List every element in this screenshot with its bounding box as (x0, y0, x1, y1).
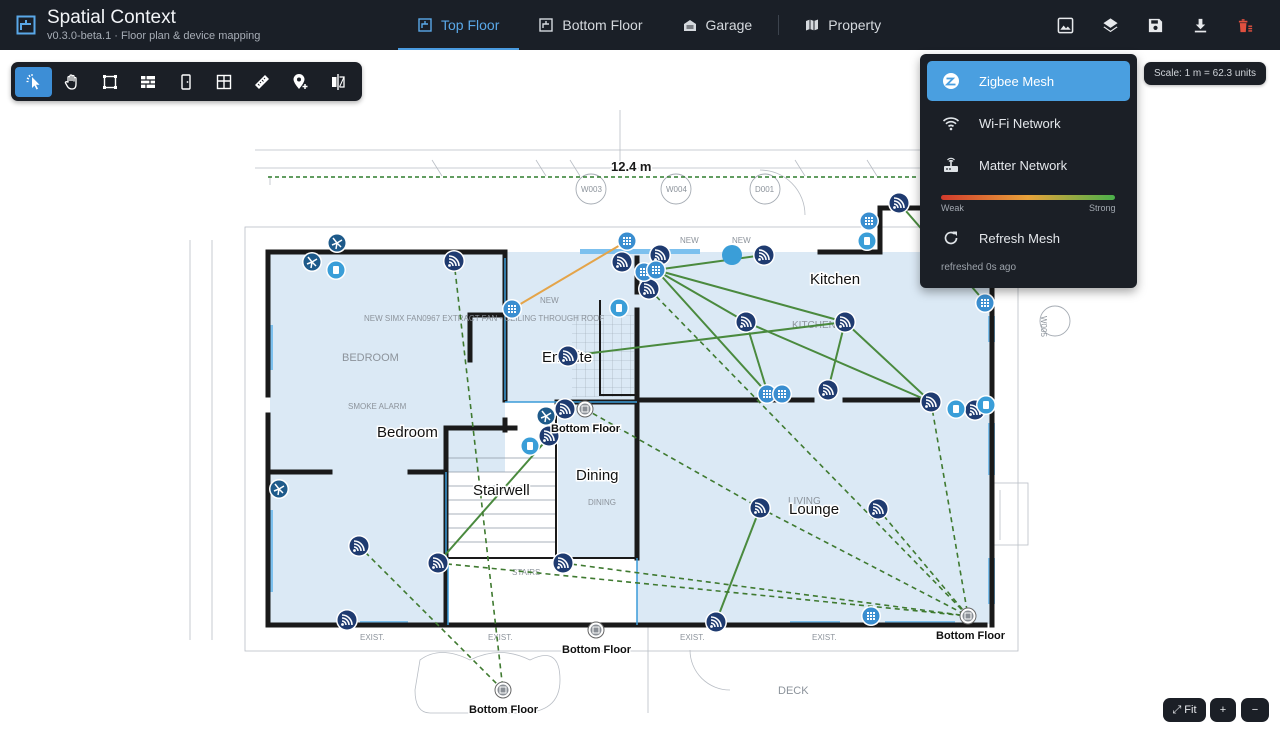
background-image-button[interactable] (1043, 0, 1088, 50)
select-icon (26, 73, 39, 89)
save-button[interactable] (1133, 0, 1178, 50)
app-subtitle: v0.3.0-beta.1 · Floor plan & device mapp… (47, 29, 261, 42)
delete-button[interactable] (1223, 0, 1268, 50)
door-icon (180, 73, 191, 90)
floor-plan-logo-icon (16, 15, 36, 35)
svg-text:DECK: DECK (778, 685, 809, 697)
tab-bottom-floor[interactable]: Bottom Floor (519, 0, 662, 50)
wifi-icon (942, 117, 960, 131)
room-label-bedroom: Bedroom (377, 424, 438, 441)
svg-text:EXIST.: EXIST. (360, 633, 384, 642)
floor-plan-icon (539, 18, 554, 32)
place-device-tool[interactable] (281, 67, 318, 97)
svg-text:W004: W004 (666, 185, 687, 194)
svg-text:Bottom Floor: Bottom Floor (551, 423, 621, 435)
refresh-icon (944, 231, 958, 245)
layers-button[interactable] (1088, 0, 1133, 50)
refresh-mesh-button[interactable]: Refresh Mesh (927, 218, 1130, 258)
zigbee-icon (943, 73, 959, 89)
tab-top-floor[interactable]: Top Floor (398, 0, 520, 50)
menu-item-matter[interactable]: Matter Network (927, 145, 1130, 185)
app-header: Spatial Context v0.3.0-beta.1 · Floor pl… (0, 0, 1280, 50)
tab-property[interactable]: Property (785, 0, 901, 50)
pan-icon (64, 73, 77, 90)
edit-toolbar (11, 62, 362, 101)
floor-tabs: Top Floor Bottom Floor Garage Property (398, 0, 901, 50)
zoom-out-button[interactable]: − (1241, 698, 1269, 722)
wall-icon (140, 75, 155, 88)
svg-text:D001: D001 (755, 185, 775, 194)
legend-strong-label: Strong (1089, 203, 1116, 213)
scale-indicator: Scale: 1 m = 62.3 units (1144, 62, 1267, 85)
brand: Spatial Context v0.3.0-beta.1 · Floor pl… (16, 0, 260, 50)
room-label-kitchen: Kitchen (810, 271, 860, 288)
svg-text:EXIST.: EXIST. (680, 633, 704, 642)
wall-tool[interactable] (129, 67, 166, 97)
compare-icon (331, 73, 345, 90)
signal-strength-legend (941, 195, 1115, 200)
tab-label: Property (828, 17, 882, 33)
door-tool[interactable] (167, 67, 204, 97)
zoom-in-button[interactable]: + (1210, 698, 1236, 722)
refresh-status: refreshed 0s ago (941, 262, 1017, 273)
tab-label: Garage (705, 17, 753, 33)
svg-text:NEW: NEW (540, 296, 559, 305)
menu-item-label: Wi-Fi Network (979, 115, 1061, 131)
menu-item-label: Refresh Mesh (979, 230, 1060, 246)
measure-tool[interactable] (243, 67, 280, 97)
app-title: Spatial Context (47, 6, 176, 28)
room-icon (102, 74, 117, 89)
zoom-fit-button[interactable]: ⤢ Fit (1163, 698, 1206, 722)
compare-tool[interactable] (319, 67, 356, 97)
image-icon (1057, 17, 1074, 33)
menu-item-zigbee[interactable]: Zigbee Mesh (927, 61, 1130, 101)
svg-text:NEW SIMX FAN0967 EXTRACT FAN -: NEW SIMX FAN0967 EXTRACT FAN - CEILING T… (364, 314, 604, 323)
measure-icon (254, 74, 269, 89)
network-layer-menu: Zigbee Mesh Wi-Fi Network Matter Network… (920, 54, 1137, 288)
svg-text:W005: W005 (1039, 316, 1048, 337)
svg-text:EXIST.: EXIST. (812, 633, 836, 642)
download-button[interactable] (1178, 0, 1223, 50)
save-icon (1148, 18, 1163, 32)
legend-weak-label: Weak (941, 203, 964, 213)
router-icon (944, 157, 958, 172)
room-tool[interactable] (91, 67, 128, 97)
room-label-lounge: Lounge (789, 501, 839, 518)
window-tool[interactable] (205, 67, 242, 97)
svg-text:Bottom Floor: Bottom Floor (562, 644, 632, 656)
svg-text:STAIRS: STAIRS (512, 568, 540, 577)
tab-label: Top Floor (441, 17, 500, 33)
menu-item-label: Zigbee Mesh (979, 73, 1055, 89)
menu-item-wifi[interactable]: Wi-Fi Network (927, 103, 1130, 143)
download-icon (1194, 18, 1207, 32)
menu-item-label: Matter Network (979, 157, 1068, 173)
svg-text:SMOKE ALARM: SMOKE ALARM (348, 402, 407, 411)
room-label-dining: Dining (576, 467, 619, 484)
window-icon (216, 74, 231, 89)
svg-text:Bottom Floor: Bottom Floor (469, 704, 539, 716)
dimension-label: 12.4 m (611, 159, 651, 174)
select-tool[interactable] (15, 66, 52, 97)
svg-text:NEW: NEW (732, 236, 751, 245)
tab-label: Bottom Floor (562, 17, 643, 33)
tab-garage[interactable]: Garage (663, 0, 773, 50)
place-device-icon (293, 73, 307, 89)
svg-text:BEDROOM: BEDROOM (342, 352, 399, 364)
svg-text:EXIST.: EXIST. (488, 633, 512, 642)
tab-divider (778, 15, 780, 35)
svg-text:DINING: DINING (588, 498, 616, 507)
delete-icon (1238, 18, 1253, 32)
svg-text:Bottom Floor: Bottom Floor (936, 630, 1006, 642)
svg-text:W003: W003 (581, 185, 602, 194)
garage-icon (683, 20, 696, 31)
floor-plan-icon (418, 18, 432, 32)
room-label-stairwell: Stairwell (473, 482, 530, 499)
svg-text:NEW: NEW (680, 236, 699, 245)
header-actions (1043, 0, 1268, 50)
map-icon (806, 19, 819, 31)
layers-icon (1103, 17, 1118, 32)
pan-tool[interactable] (53, 67, 90, 97)
